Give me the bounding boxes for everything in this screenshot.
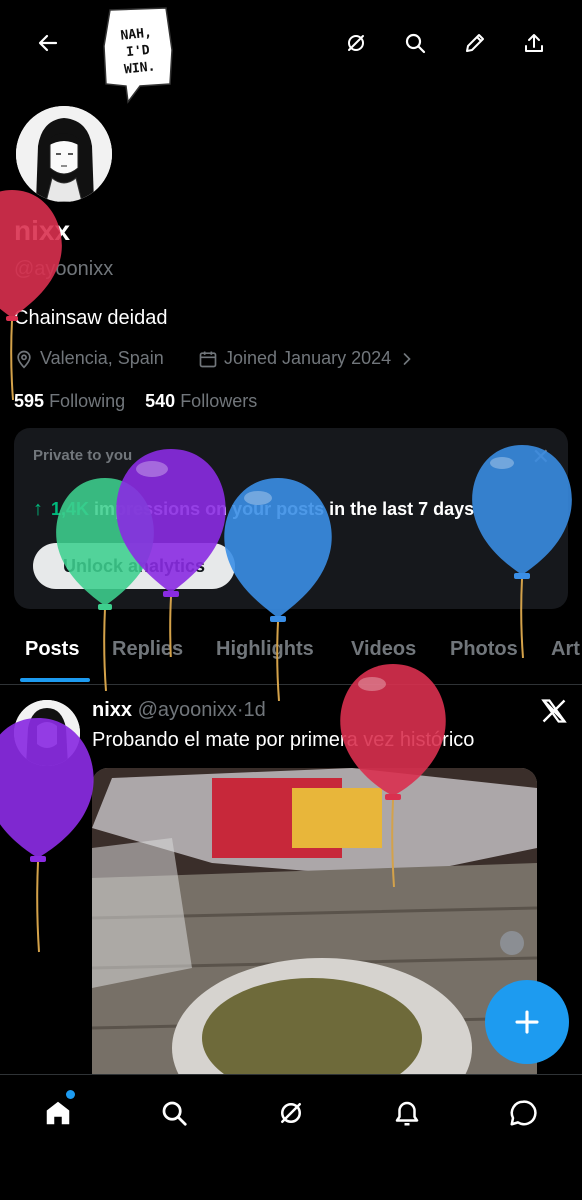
post-handle: @ayoonixx [137,699,237,721]
calendar-icon [199,351,217,367]
nav-grok[interactable] [271,1093,311,1133]
followers-label: Followers [180,391,258,411]
tab-art[interactable]: Art [551,638,580,661]
post-author[interactable]: nixx [92,699,132,721]
private-label: Private to you [33,447,133,464]
profile-tabs: Posts Replies Highlights Videos Photos A… [0,628,582,685]
tab-posts[interactable]: Posts [25,638,79,661]
follow-counts: 595 Following 540 Followers [14,391,257,412]
compose-post-button[interactable] [485,980,569,1064]
grok-icon [281,1103,301,1123]
share-icon [525,34,543,52]
speech-bubble-banner: NAH, I'D WIN. [100,6,176,104]
tab-replies[interactable]: Replies [112,638,183,661]
nav-home[interactable] [38,1093,78,1133]
post-separator: · [236,699,244,721]
tab-highlights[interactable]: Highlights [216,638,314,661]
tab-photos[interactable]: Photos [450,638,518,661]
impressions-text: impressions on your posts in the last 7 … [94,499,475,519]
bottom-navigation [0,1074,582,1200]
home-icon [46,1101,70,1125]
notification-dot [66,1090,75,1099]
impressions-row: ↑ 1,4K impressions on your posts in the … [33,498,474,521]
profile-joined[interactable]: Joined January 2024 [198,348,417,369]
grok-button[interactable] [336,23,376,63]
nav-messages[interactable] [503,1093,543,1133]
nav-notifications[interactable] [387,1093,427,1133]
following-label: Following [49,391,126,411]
analytics-card: Private to you ✕ ↑ 1,4K impressions on y… [14,428,568,609]
search-icon [405,33,426,54]
active-tab-indicator [20,678,90,682]
post-time: 1d [243,699,266,721]
profile-bio: Chainsaw deidad [14,307,168,329]
nav-search[interactable] [154,1093,194,1133]
profile-avatar[interactable] [13,103,115,205]
search-icon [162,1101,187,1126]
x-logo-icon [540,697,568,725]
impressions-count: 1,4K [51,499,90,519]
location-pin-icon [17,350,31,369]
joined-text: Joined January 2024 [224,348,392,368]
post-avatar[interactable] [14,700,80,766]
post-text: Probando el mate por primera vez históri… [92,729,475,751]
search-button[interactable] [395,23,435,63]
plus-icon [515,1010,539,1034]
followers-link[interactable]: 540 Followers [145,391,257,411]
grok-icon [348,35,364,51]
location-text: Valencia, Spain [40,348,164,368]
profile-location: Valencia, Spain [14,348,164,369]
chevron-right-icon [403,352,411,365]
pencil-icon [466,34,484,52]
edit-profile-button[interactable] [455,23,495,63]
followers-count: 540 [145,391,176,411]
chat-bubble-icon [510,1100,537,1126]
profile-handle: @ayoonixx [14,258,114,280]
post-header: nixx @ayoonixx·1d [92,699,266,722]
bell-icon [395,1101,419,1126]
close-icon[interactable]: ✕ [532,444,550,470]
tab-videos[interactable]: Videos [351,638,416,661]
arrow-left-icon [38,34,58,52]
following-count: 595 [14,391,45,411]
unlock-analytics-button[interactable]: Unlock analytics [33,543,235,589]
post-photo[interactable] [92,768,537,1088]
share-button[interactable] [514,23,554,63]
arrow-up-icon: ↑ [33,498,43,520]
back-button[interactable] [28,23,68,63]
following-link[interactable]: 595 Following [14,391,125,411]
profile-name: nixx [14,215,71,246]
